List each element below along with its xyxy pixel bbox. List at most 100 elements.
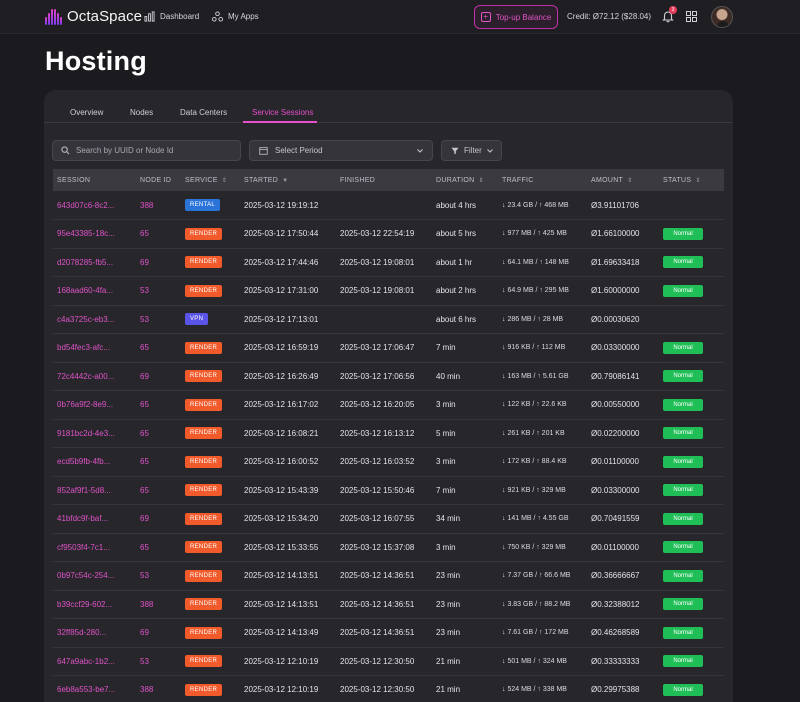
table-row[interactable]: 647a9abc-1b2... 53 RENDER 2025-03-12 12:10:…: [53, 647, 724, 676]
session-id-link[interactable]: 72c4442c-a00...: [53, 362, 140, 391]
brand-logo[interactable]: OctaSpace: [45, 8, 142, 25]
node-id-link[interactable]: 53: [140, 647, 185, 676]
column-duration[interactable]: DURATION ⇕: [436, 169, 502, 191]
finished-cell: 2025-03-12 12:30:50: [340, 685, 415, 695]
table-row[interactable]: 643d07c6-8c2... 388 RENTAL 2025-03-12 19:19…: [53, 191, 724, 220]
duration-cell: about 2 hrs: [436, 286, 477, 296]
started-cell: 2025-03-12 14:13:51: [244, 599, 319, 609]
service-badge: RENDER: [185, 626, 223, 639]
session-id-link[interactable]: d2078285-fb5...: [53, 248, 140, 277]
session-id-link[interactable]: 647a9abc-1b2...: [53, 647, 140, 676]
tab-service-sessions[interactable]: Service Sessions: [252, 108, 313, 117]
session-id-link[interactable]: ecd5b9fb-4fb...: [53, 448, 140, 477]
traffic-cell: ↓ 977 MB / ↑ 425 MB: [502, 230, 567, 238]
funnel-icon: [451, 147, 459, 154]
column-amount[interactable]: AMOUNT ⇕: [591, 169, 663, 191]
table-row[interactable]: 95e43385-18c... 65 RENDER 2025-03-12 17:50:…: [53, 220, 724, 249]
amount-cell: Ø0.01100000: [591, 542, 639, 552]
column-service[interactable]: SERVICE ⇕: [185, 169, 244, 191]
status-cell: Normal: [663, 562, 724, 591]
user-avatar[interactable]: [711, 6, 733, 28]
finished-cell: 2025-03-12 16:03:52: [340, 457, 415, 467]
node-id-link[interactable]: 69: [140, 505, 185, 534]
node-id-link[interactable]: 53: [140, 277, 185, 306]
plus-icon: +: [480, 12, 491, 22]
tab-nodes[interactable]: Nodes: [130, 108, 153, 117]
search-box[interactable]: [52, 140, 241, 161]
filter-button[interactable]: Filter: [441, 140, 502, 161]
session-id-link[interactable]: 0b76a9f2-8e9...: [53, 391, 140, 420]
session-id-link[interactable]: 168aad60-4fa...: [53, 277, 140, 306]
grid-icon[interactable]: [686, 11, 697, 22]
session-id-link[interactable]: 32ff85d-280...: [53, 619, 140, 648]
nav-my-apps[interactable]: My Apps: [212, 11, 259, 22]
tab-overview[interactable]: Overview: [70, 108, 103, 117]
session-id-link[interactable]: 9181bc2d-4e3...: [53, 419, 140, 448]
amount-cell: Ø0.46268589: [591, 628, 640, 638]
service-cell: RENDER: [185, 562, 244, 591]
table-row[interactable]: 32ff85d-280... 69 RENDER 2025-03-12 14:13:4…: [53, 619, 724, 648]
column-status[interactable]: STATUS ⇕: [663, 169, 724, 191]
duration-cell: about 1 hr: [436, 257, 473, 267]
session-id-link[interactable]: 6eb8a553-be7...: [53, 676, 140, 702]
session-id-link[interactable]: cf9503f4-7c1...: [53, 533, 140, 562]
started-cell: 2025-03-12 14:13:49: [244, 628, 319, 638]
node-id-link[interactable]: 65: [140, 448, 185, 477]
node-id-link[interactable]: 69: [140, 619, 185, 648]
service-cell: RENDER: [185, 505, 244, 534]
node-id-link[interactable]: 69: [140, 362, 185, 391]
table-row[interactable]: c4a3725c-eb3... 53 VPN 2025-03-12 17:13:01 a…: [53, 305, 724, 334]
search-input[interactable]: [76, 146, 236, 155]
tab-data-centers[interactable]: Data Centers: [180, 108, 227, 117]
status-badge: Normal: [663, 541, 703, 554]
table-row[interactable]: 9181bc2d-4e3... 65 RENDER 2025-03-12 16:08:…: [53, 419, 724, 448]
amount-cell: Ø0.00030620: [591, 314, 640, 324]
table-row[interactable]: 72c4442c-a00... 69 RENDER 2025-03-12 16:26:…: [53, 362, 724, 391]
status-cell: Normal: [663, 220, 724, 249]
session-id-link[interactable]: b39ccf29-602...: [53, 590, 140, 619]
table-row[interactable]: ecd5b9fb-4fb... 65 RENDER 2025-03-12 16:00:…: [53, 448, 724, 477]
table-row[interactable]: 6eb8a553-be7... 388 RENDER 2025-03-12 12:10…: [53, 676, 724, 702]
table-row[interactable]: bd54fec3-afc... 65 RENDER 2025-03-12 16:59:…: [53, 334, 724, 363]
node-id-link[interactable]: 65: [140, 334, 185, 363]
table-row[interactable]: d2078285-fb5... 69 RENDER 2025-03-12 17:44:…: [53, 248, 724, 277]
session-id-link[interactable]: 852af9f1-5d8...: [53, 476, 140, 505]
node-id-link[interactable]: 388: [140, 676, 185, 702]
session-id-link[interactable]: 95e43385-18c...: [53, 220, 140, 249]
amount-cell: Ø3.91101706: [591, 200, 639, 210]
node-id-link[interactable]: 53: [140, 305, 185, 334]
started-cell: 2025-03-12 15:33:55: [244, 542, 319, 552]
node-id-link[interactable]: 65: [140, 419, 185, 448]
finished-cell: 2025-03-12 19:08:01: [340, 286, 415, 296]
table-row[interactable]: 41bfdc9f-baf... 69 RENDER 2025-03-12 15:34:…: [53, 505, 724, 534]
select-period-dropdown[interactable]: Select Period: [249, 140, 433, 161]
node-id-link[interactable]: 388: [140, 191, 185, 220]
table-row[interactable]: 852af9f1-5d8... 65 RENDER 2025-03-12 15:43:…: [53, 476, 724, 505]
status-cell: Normal: [663, 248, 724, 277]
top-up-balance-button[interactable]: + Top-up Balance: [474, 5, 558, 29]
session-id-link[interactable]: 0b97c54c-254...: [53, 562, 140, 591]
table-row[interactable]: cf9503f4-7c1... 65 RENDER 2025-03-12 15:33:…: [53, 533, 724, 562]
node-id-link[interactable]: 388: [140, 590, 185, 619]
table-row[interactable]: 0b97c54c-254... 53 RENDER 2025-03-12 14:13:…: [53, 562, 724, 591]
node-id-link[interactable]: 53: [140, 562, 185, 591]
table-row[interactable]: 168aad60-4fa... 53 RENDER 2025-03-12 17:31:…: [53, 277, 724, 306]
table-row[interactable]: b39ccf29-602... 388 RENDER 2025-03-12 14:13…: [53, 590, 724, 619]
table-row[interactable]: 0b76a9f2-8e9... 65 RENDER 2025-03-12 16:17:…: [53, 391, 724, 420]
session-id-link[interactable]: bd54fec3-afc...: [53, 334, 140, 363]
node-id-link[interactable]: 65: [140, 220, 185, 249]
amount-cell: Ø0.33333333: [591, 656, 640, 666]
node-id-link[interactable]: 65: [140, 391, 185, 420]
node-id-link[interactable]: 69: [140, 248, 185, 277]
session-id-link[interactable]: 41bfdc9f-baf...: [53, 505, 140, 534]
session-id-link[interactable]: c4a3725c-eb3...: [53, 305, 140, 334]
node-id-link[interactable]: 65: [140, 533, 185, 562]
amount-cell: Ø0.03300000: [591, 485, 640, 495]
nav-dashboard[interactable]: Dashboard: [144, 11, 199, 22]
started-cell: 2025-03-12 19:19:12: [244, 200, 319, 210]
node-id-link[interactable]: 65: [140, 476, 185, 505]
session-id-link[interactable]: 643d07c6-8c2...: [53, 191, 140, 220]
service-badge: RENDER: [185, 484, 223, 497]
started-cell: 2025-03-12 16:17:02: [244, 400, 319, 410]
column-started[interactable]: STARTED ▼: [244, 169, 340, 191]
